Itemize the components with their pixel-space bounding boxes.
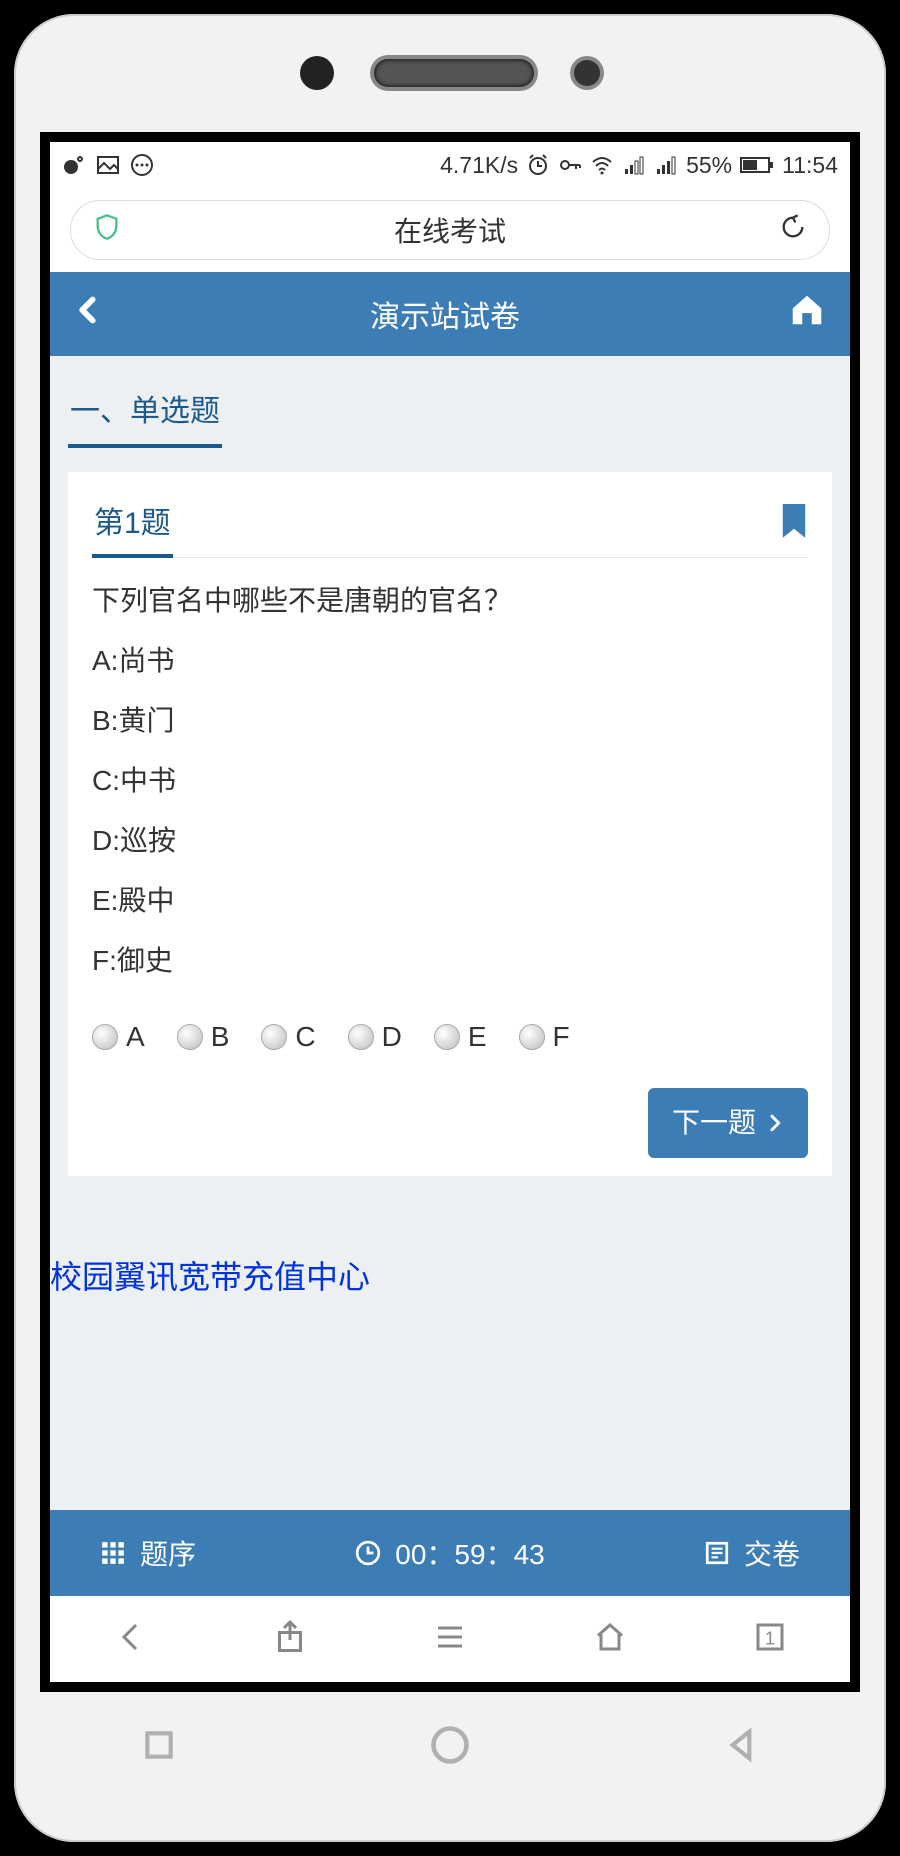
back-button[interactable] xyxy=(74,292,102,336)
option-e: E:殿中 xyxy=(92,880,808,922)
choice-a[interactable]: A xyxy=(92,1016,145,1058)
question-stem: 下列官名中哪些不是唐朝的官名？ xyxy=(92,580,808,622)
screen: 4.71K/s 55% 11:54 在线考试 演示站试卷 xyxy=(40,132,860,1692)
address-pill[interactable]: 在线考试 xyxy=(70,200,830,260)
front-camera xyxy=(574,60,600,86)
answer-choices: A B C D E F xyxy=(92,1016,808,1058)
bookmark-icon[interactable] xyxy=(780,504,808,545)
net-speed: 4.71K/s xyxy=(440,152,518,179)
clock-time: 11:54 xyxy=(782,152,838,179)
front-sensor-dot xyxy=(300,56,334,90)
submit-icon xyxy=(704,1540,730,1566)
option-c: C:中书 xyxy=(92,760,808,802)
page-title: 在线考试 xyxy=(121,210,779,250)
question-body: 下列官名中哪些不是唐朝的官名？ A:尚书 B:黄门 C:中书 D:巡按 E:殿中… xyxy=(92,580,808,1158)
radio-icon xyxy=(434,1024,460,1050)
weibo-icon xyxy=(62,153,86,177)
refresh-icon[interactable] xyxy=(779,213,807,248)
android-nav xyxy=(14,1692,886,1802)
image-icon xyxy=(96,153,120,177)
browser-nav: 1 xyxy=(50,1596,850,1682)
nav-share-button[interactable] xyxy=(272,1619,308,1660)
phone-frame: 4.71K/s 55% 11:54 在线考试 演示站试卷 xyxy=(14,14,886,1842)
vpn-key-icon xyxy=(558,153,582,177)
radio-icon xyxy=(177,1024,203,1050)
nav-back-button[interactable] xyxy=(112,1619,148,1660)
home-button[interactable] xyxy=(788,291,826,337)
option-a: A:尚书 xyxy=(92,640,808,682)
question-number: 第1题 xyxy=(92,496,173,558)
tab-single-choice[interactable]: 一、单选题 xyxy=(68,380,222,448)
timer-display: 00：59：43 xyxy=(355,1533,544,1573)
choice-d[interactable]: D xyxy=(348,1016,402,1058)
section-tabs: 一、单选题 xyxy=(50,356,850,448)
radio-icon xyxy=(92,1024,118,1050)
option-d: D:巡按 xyxy=(92,820,808,862)
browser-address-bar: 在线考试 xyxy=(50,188,850,272)
phone-top xyxy=(14,14,886,132)
shield-icon xyxy=(93,212,121,249)
app-header: 演示站试卷 xyxy=(50,272,850,356)
grid-icon xyxy=(100,1540,126,1566)
radio-icon xyxy=(348,1024,374,1050)
battery-percent: 55% xyxy=(686,152,732,179)
chevron-right-icon xyxy=(766,1112,784,1134)
nav-menu-button[interactable] xyxy=(432,1619,468,1660)
next-question-button[interactable]: 下一题 xyxy=(648,1088,808,1158)
signal-icon xyxy=(622,153,646,177)
android-home-button[interactable] xyxy=(428,1723,472,1772)
exam-footer: 题序 00：59：43 交卷 xyxy=(50,1510,850,1596)
nav-home-button[interactable] xyxy=(592,1619,628,1660)
question-order-button[interactable]: 题序 xyxy=(100,1533,196,1573)
wifi-icon xyxy=(590,153,614,177)
choice-b[interactable]: B xyxy=(177,1016,230,1058)
app-title: 演示站试卷 xyxy=(102,292,788,336)
submit-exam-button[interactable]: 交卷 xyxy=(704,1533,800,1573)
radio-icon xyxy=(519,1024,545,1050)
option-b: B:黄门 xyxy=(92,700,808,742)
alarm-icon xyxy=(526,153,550,177)
svg-text:1: 1 xyxy=(765,1628,775,1648)
radio-icon xyxy=(261,1024,287,1050)
speaker-grill xyxy=(374,59,534,87)
option-f: F:御史 xyxy=(92,940,808,982)
recent-apps-button[interactable] xyxy=(139,1725,179,1770)
choice-e[interactable]: E xyxy=(434,1016,487,1058)
nav-tabs-button[interactable]: 1 xyxy=(752,1619,788,1660)
battery-icon xyxy=(740,153,774,177)
choice-c[interactable]: C xyxy=(261,1016,315,1058)
more-icon xyxy=(130,153,154,177)
signal-icon-2 xyxy=(654,153,678,177)
question-card: 第1题 下列官名中哪些不是唐朝的官名？ A:尚书 B:黄门 C:中书 D:巡按 … xyxy=(68,472,832,1176)
status-bar: 4.71K/s 55% 11:54 xyxy=(50,142,850,188)
android-back-button[interactable] xyxy=(721,1725,761,1770)
watermark-text: 校园翼讯宽带充值中心 xyxy=(50,1252,370,1298)
choice-f[interactable]: F xyxy=(519,1016,570,1058)
clock-icon xyxy=(355,1540,381,1566)
